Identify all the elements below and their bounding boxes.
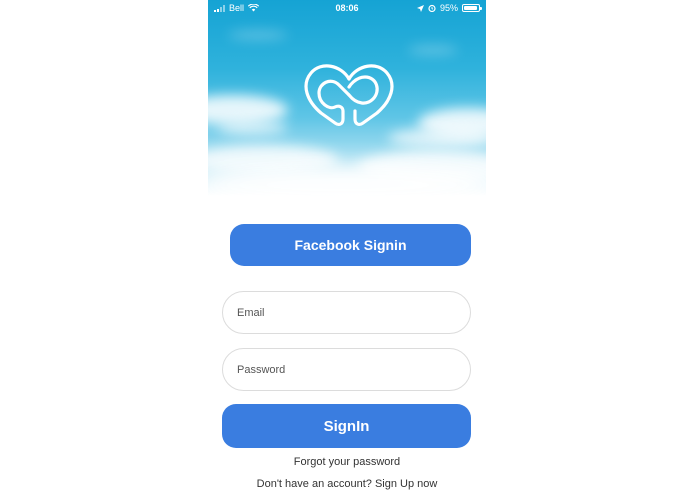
app-screen: Bell 08:06 95% Facebook Signin SignIn Fo…: [208, 0, 486, 494]
cloud: [228, 30, 288, 40]
cellular-signal-icon: [214, 4, 225, 12]
wifi-icon: [248, 4, 260, 12]
carrier-name: Bell: [229, 3, 245, 13]
facebook-signin-button[interactable]: Facebook Signin: [230, 224, 471, 266]
battery-percent: 95%: [439, 3, 458, 13]
forgot-password-link[interactable]: Forgot your password: [208, 456, 486, 468]
cloud: [388, 128, 486, 148]
email-input[interactable]: [222, 291, 471, 334]
cloud: [408, 45, 458, 55]
hero-banner: [208, 0, 486, 196]
battery-icon: [462, 4, 482, 12]
alarm-icon: [428, 4, 436, 12]
password-input[interactable]: [222, 348, 471, 391]
status-bar: Bell 08:06 95%: [208, 0, 486, 16]
signin-button[interactable]: SignIn: [222, 404, 471, 448]
cloud: [218, 120, 288, 136]
cloud: [208, 165, 486, 196]
sign-up-link[interactable]: Don't have an account? Sign Up now: [208, 478, 486, 490]
infinity-heart-icon: [304, 64, 394, 126]
location-arrow-icon: [416, 4, 424, 12]
